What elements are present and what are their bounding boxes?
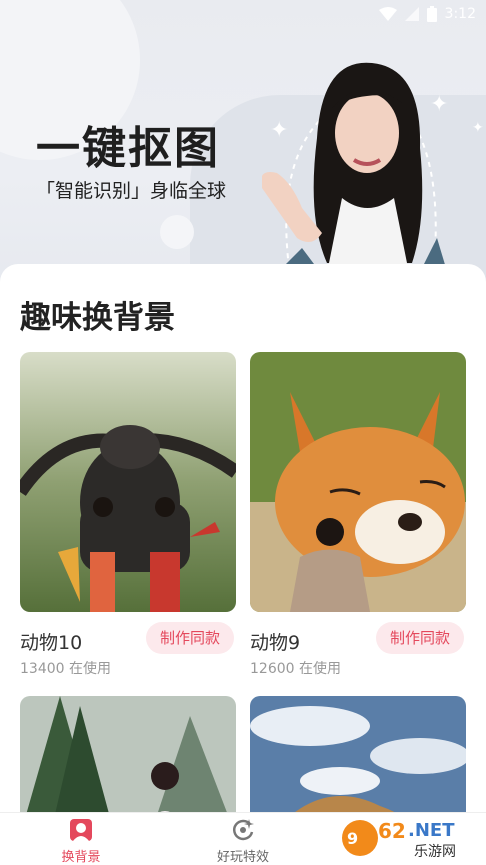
tab-change-background[interactable]: 换背景 <box>0 813 162 865</box>
site-watermark-logo: 9 62 .NET 乐游网 <box>342 819 456 860</box>
svg-text:.NET: .NET <box>408 820 455 841</box>
template-card[interactable]: 动物9 12600 在使用 制作同款 <box>250 352 466 677</box>
portrait-icon <box>68 817 94 847</box>
template-thumbnail[interactable] <box>20 352 236 612</box>
tab-label: 好玩特效 <box>216 850 269 865</box>
template-thumbnail[interactable] <box>250 352 466 612</box>
signal-icon <box>404 7 419 21</box>
section-title: 趣味换背景 <box>20 300 175 336</box>
template-usage-count: 12600 在使用 <box>250 661 341 677</box>
make-same-button[interactable]: 制作同款 <box>145 622 234 654</box>
status-time: 3:12 <box>444 6 476 22</box>
main-panel: 趣味换背景 动物10 13400 在使用 制作同款 动物9 12600 在使用 … <box>0 264 486 836</box>
sparkle-icon: ✦ <box>472 120 484 136</box>
battery-icon <box>426 6 437 22</box>
hero-title: 一键抠图 <box>36 123 220 174</box>
template-card[interactable]: 动物10 13400 在使用 制作同款 <box>20 352 236 677</box>
tab-label: 换背景 <box>61 850 101 865</box>
template-name: 动物9 <box>250 632 301 654</box>
tab-fun-effects[interactable]: 好玩特效 <box>162 813 324 865</box>
hero-banner: 3:12 一键抠图 「智能识别」身临全球 ✦ ✦ ✦ <box>0 0 486 290</box>
wifi-icon <box>378 7 397 21</box>
hero-subtitle: 「智能识别」身临全球 <box>36 180 227 202</box>
make-same-button[interactable]: 制作同款 <box>375 622 464 654</box>
sparkle-refresh-icon <box>230 817 256 847</box>
status-bar: 3:12 <box>378 4 476 24</box>
svg-text:乐游网: 乐游网 <box>414 844 456 860</box>
svg-text:9: 9 <box>347 829 358 848</box>
hero-person-image <box>262 62 452 288</box>
template-name: 动物10 <box>20 632 83 654</box>
svg-text:62: 62 <box>378 819 406 843</box>
buffalo-scene-image <box>20 352 236 612</box>
template-usage-count: 13400 在使用 <box>20 661 111 677</box>
fox-scene-image <box>250 352 466 612</box>
hero-circle <box>160 215 194 249</box>
